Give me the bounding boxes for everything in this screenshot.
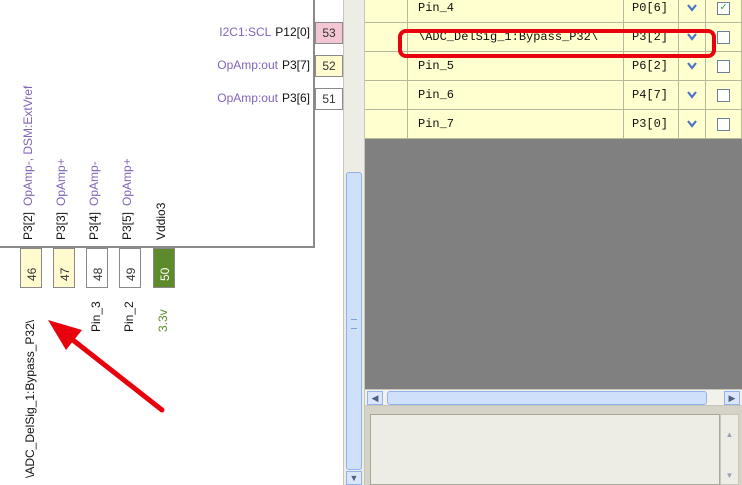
lock-checkbox[interactable]	[717, 30, 730, 44]
lock-checkbox[interactable]	[717, 88, 730, 102]
pin-label: I2C1:SCL P12[0]	[219, 25, 310, 39]
bottom-pin-label: P3[5] OpAmp+	[120, 158, 134, 240]
pin-port-label: P3[2]	[21, 211, 35, 240]
lock-checkbox[interactable]	[717, 117, 730, 131]
port-dropdown-cell[interactable]	[679, 81, 706, 110]
net-label: 3.3v	[156, 309, 170, 332]
pin-number-box[interactable]: 51	[315, 88, 343, 110]
port-dropdown-cell[interactable]	[679, 0, 706, 23]
lock-checkbox-cell[interactable]	[706, 110, 742, 139]
pin-number-box[interactable]: 49	[119, 248, 141, 288]
table-row[interactable]: Pin_6 P4[7]	[365, 81, 742, 110]
pin-port-label: Vddio3	[154, 202, 168, 240]
details-scroll-down[interactable]: ▼	[723, 470, 736, 482]
pin-label: OpAmp:out P3[6]	[217, 91, 310, 105]
pin-number-box[interactable]: 50	[153, 248, 175, 288]
lock-checkbox[interactable]: ✓	[717, 1, 730, 15]
details-scrollbar[interactable]: ▲ ▼	[720, 414, 739, 485]
pin-port-label: P3[7]	[281, 58, 310, 72]
pin-port-label: P12[0]	[275, 25, 310, 39]
signal-name-cell[interactable]: Pin_4	[408, 0, 624, 23]
vertical-scrollbar[interactable]: ▼	[343, 0, 365, 485]
signal-name-cell[interactable]: Pin_7	[408, 110, 624, 139]
lock-checkbox-cell[interactable]	[706, 81, 742, 110]
bottom-pin-label: P3[3] OpAmp+	[54, 158, 68, 240]
lock-checkbox-cell[interactable]: ✓	[706, 0, 742, 23]
pin-function-label: OpAmp-, DSM:ExtVref	[21, 85, 35, 206]
scroll-down-button[interactable]: ▼	[346, 471, 362, 485]
pin-number: 49	[124, 267, 138, 281]
pin-function-label: OpAmp+	[120, 158, 134, 206]
bottom-pin-label: P3[4] OpAmp-	[87, 161, 101, 240]
pin-assignment-table: Pin_4 P0[6] ✓ \ADC_DelSig_1:Bypass_P32\ P3[2…	[365, 0, 742, 485]
net-label: Pin_2	[122, 301, 136, 332]
details-panel: ▲ ▼	[365, 406, 742, 485]
pin-number: 50	[158, 267, 172, 281]
pin-function-label: OpAmp:out	[217, 58, 278, 72]
table-row[interactable]: Pin_7 P3[0]	[365, 110, 742, 139]
port-cell[interactable]: P4[7]	[624, 81, 679, 110]
pin-number-box[interactable]: 48	[86, 248, 108, 288]
signal-name-cell[interactable]: Pin_6	[408, 81, 624, 110]
pin-number-box[interactable]: 46	[20, 248, 42, 288]
horizontal-scrollbar[interactable]: ◀ ▶	[365, 389, 742, 406]
pin-label: OpAmp:out P3[7]	[217, 58, 310, 72]
table-row[interactable]: Pin_4 P0[6] ✓	[365, 0, 742, 23]
pin-number: 47	[58, 267, 72, 281]
chevron-down-icon[interactable]	[684, 87, 700, 103]
pin-function-label: I2C1:SCL	[219, 25, 272, 39]
pin-function-label: OpAmp+	[54, 158, 68, 206]
pin-port-label: P3[5]	[120, 211, 134, 240]
port-dropdown-cell[interactable]	[679, 110, 706, 139]
row-header-cell	[365, 0, 408, 23]
pin-port-label: P3[3]	[54, 211, 68, 240]
pin-port-label: P3[6]	[281, 91, 310, 105]
horizontal-scrollbar-thumb[interactable]	[387, 391, 707, 405]
chevron-down-icon[interactable]	[684, 0, 700, 16]
pin-number-box[interactable]: 53	[315, 22, 343, 44]
port-cell[interactable]: P0[6]	[624, 0, 679, 23]
scroll-left-button[interactable]: ◀	[367, 391, 383, 405]
pin-number-box[interactable]: 52	[315, 55, 343, 77]
pin-number: 48	[91, 267, 105, 281]
pin-function-label: OpAmp:out	[217, 91, 278, 105]
chevron-down-icon[interactable]	[684, 58, 700, 74]
scrollbar-thumb[interactable]	[346, 172, 362, 470]
bottom-pin-label: Vddio3	[154, 197, 168, 240]
net-label: Pin_3	[89, 301, 103, 332]
port-cell[interactable]: P3[0]	[624, 110, 679, 139]
lock-checkbox[interactable]	[717, 59, 730, 73]
pin-port-label: P3[4]	[87, 211, 101, 240]
pin-function-label: OpAmp-	[87, 161, 101, 206]
pin-number-box[interactable]: 47	[53, 248, 75, 288]
row-header-cell	[365, 81, 408, 110]
details-scroll-up[interactable]: ▲	[723, 429, 736, 441]
scroll-right-button[interactable]: ▶	[724, 391, 740, 405]
chip-package-view[interactable]: 53 I2C1:SCL P12[0] 52 OpAmp:out P3[7] 51 OpAmp:…	[0, 0, 343, 485]
bottom-pin-label: P3[2] OpAmp-, DSM:ExtVref	[21, 86, 35, 240]
chevron-down-icon[interactable]	[684, 116, 700, 132]
annotation-arrow	[48, 320, 165, 413]
annotation-highlight-box	[398, 29, 716, 58]
net-label: \ADC_DelSig_1:Bypass_P32\	[23, 319, 37, 478]
pin-number: 46	[25, 267, 39, 281]
details-textbox[interactable]	[370, 414, 720, 485]
row-header-cell	[365, 110, 408, 139]
